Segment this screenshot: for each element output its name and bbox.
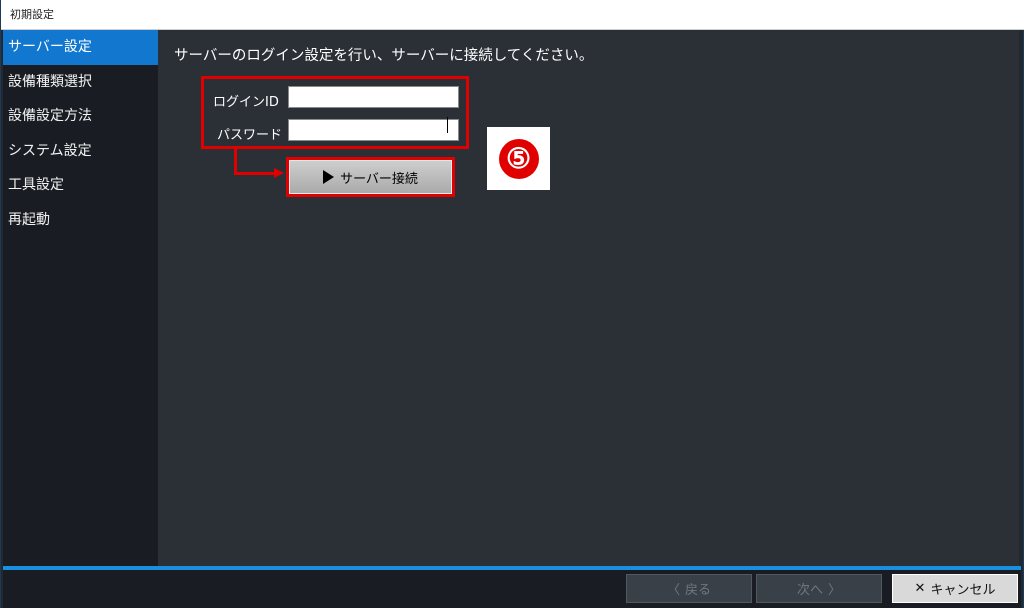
sidebar-item-system-settings[interactable]: システム設定	[3, 134, 158, 169]
login-id-field[interactable]	[288, 86, 459, 108]
login-form-highlight: ログインID パスワード	[201, 76, 469, 149]
close-icon: ✕	[914, 581, 926, 596]
step-number: ⑤	[498, 138, 539, 179]
back-button-label: 戻る	[685, 583, 712, 598]
chevron-left-icon: 〈	[666, 583, 680, 598]
back-button[interactable]: 〈 戻る	[626, 574, 752, 603]
sidebar-item-server-settings[interactable]: サーバー設定	[3, 30, 158, 65]
server-connect-label: サーバー接続	[340, 171, 418, 187]
footer-bar: 〈 戻る 次へ 〉 ✕ キャンセル	[3, 570, 1021, 608]
next-button[interactable]: 次へ 〉	[756, 574, 882, 603]
sidebar-item-restart[interactable]: 再起動	[3, 203, 158, 238]
sidebar-item-equipment-setup-method[interactable]: 設備設定方法	[3, 99, 158, 134]
next-button-label: 次へ	[796, 583, 823, 598]
chevron-right-icon: 〉	[828, 583, 842, 598]
sidebar-item-equipment-type[interactable]: 設備種類選択	[3, 65, 158, 100]
main-panel: サーバーのログイン設定を行い、サーバーに接続してください。 ログインID パスワ…	[158, 30, 1019, 566]
annotation-arrow-line-horizontal	[234, 172, 274, 175]
step-number-badge: ⑤	[487, 127, 550, 190]
sidebar: サーバー設定 設備種類選択 設備設定方法 システム設定 工具設定 再起動	[3, 30, 158, 566]
play-icon	[323, 170, 335, 184]
annotation-arrow-head	[274, 168, 284, 178]
window-title: 初期設定	[1, 0, 1024, 30]
login-id-label: ログインID	[213, 95, 279, 110]
server-connect-button[interactable]: サーバー接続	[286, 157, 455, 197]
settings-window: 初期設定 サーバー設定 設備種類選択 設備設定方法 システム設定 工具設定 再起…	[0, 0, 1024, 608]
instruction-text: サーバーのログイン設定を行い、サーバーに接続してください。	[174, 48, 594, 64]
sidebar-item-tool-settings[interactable]: 工具設定	[3, 168, 158, 203]
cancel-button[interactable]: ✕ キャンセル	[892, 574, 1018, 603]
password-label: パスワード	[217, 128, 283, 143]
cancel-button-label: キャンセル	[930, 583, 996, 598]
password-field[interactable]	[288, 119, 459, 141]
text-caret	[447, 117, 448, 133]
